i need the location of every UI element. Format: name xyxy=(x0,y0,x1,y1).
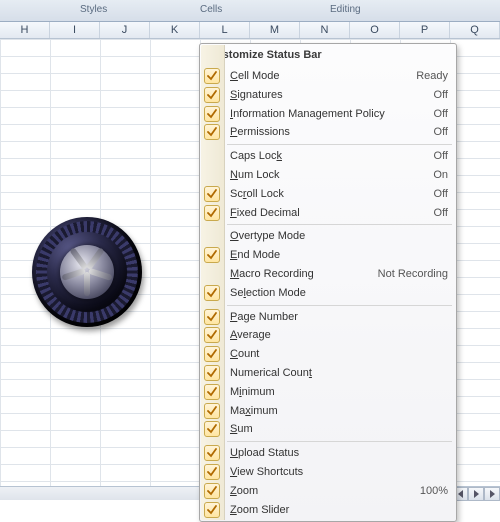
menu-item-label: Scroll Lock xyxy=(230,188,284,200)
check-icon xyxy=(204,186,220,202)
check-icon xyxy=(204,421,220,437)
menu-item-label: View Shortcuts xyxy=(230,466,303,478)
column-header[interactable]: N xyxy=(300,22,350,38)
menu-title: Customize Status Bar xyxy=(200,45,456,67)
menu-item[interactable]: Cell Mode Ready xyxy=(200,67,456,86)
check-icon xyxy=(204,327,220,343)
menu-item-label: End Mode xyxy=(230,249,280,261)
menu-item[interactable]: Information Management Policy Off xyxy=(200,105,456,124)
menu-item[interactable]: View Shortcuts xyxy=(200,463,456,482)
menu-item[interactable]: Page Number xyxy=(200,308,456,327)
column-header[interactable]: L xyxy=(200,22,250,38)
ribbon-group-label: Editing xyxy=(330,4,361,15)
menu-item[interactable]: End Mode xyxy=(200,246,456,265)
check-icon xyxy=(204,502,220,518)
menu-item[interactable]: Average xyxy=(200,326,456,345)
menu-item-label: Signatures xyxy=(230,89,283,101)
column-header[interactable]: M xyxy=(250,22,300,38)
check-icon xyxy=(204,346,220,362)
tire-image[interactable] xyxy=(32,217,142,327)
menu-item[interactable]: Maximum xyxy=(200,402,456,421)
menu-item-label: Permissions xyxy=(230,126,290,138)
check-icon xyxy=(204,68,220,84)
menu-item-status: Not Recording xyxy=(378,265,448,284)
menu-item[interactable]: Upload Status xyxy=(200,444,456,463)
check-icon xyxy=(204,483,220,499)
menu-item-status: 100% xyxy=(420,482,448,501)
menu-item[interactable]: Zoom 100% xyxy=(200,482,456,501)
check-icon xyxy=(204,403,220,419)
menu-item[interactable]: Minimum xyxy=(200,383,456,402)
menu-item-label: Cell Mode xyxy=(230,70,280,82)
menu-item-label: Information Management Policy xyxy=(230,108,385,120)
menu-item-label: Macro Recording xyxy=(230,268,314,280)
menu-item-label: Num Lock xyxy=(230,169,280,181)
menu-item[interactable]: Zoom Slider xyxy=(200,501,456,520)
menu-item[interactable]: Numerical Count xyxy=(200,364,456,383)
menu-item-status: Off xyxy=(434,147,448,166)
menu-item-label: Sum xyxy=(230,423,253,435)
check-icon xyxy=(204,205,220,221)
menu-item[interactable]: Num Lock On xyxy=(200,166,456,185)
menu-item-status: Ready xyxy=(416,67,448,86)
chevron-right-icon xyxy=(490,490,495,498)
menu-item-status: Off xyxy=(434,123,448,142)
menu-item-label: Zoom Slider xyxy=(230,504,289,516)
check-icon xyxy=(204,106,220,122)
menu-item-label: Upload Status xyxy=(230,447,299,459)
menu-item-status: Off xyxy=(434,185,448,204)
column-header[interactable]: Q xyxy=(450,22,500,38)
menu-item[interactable]: Permissions Off xyxy=(200,123,456,142)
ribbon-group-label: Styles xyxy=(80,4,107,15)
scroll-end-button[interactable] xyxy=(484,487,500,501)
chevron-left-icon xyxy=(458,490,463,498)
menu-item[interactable]: Macro Recording Not Recording xyxy=(200,265,456,284)
column-header[interactable]: P xyxy=(400,22,450,38)
customize-status-bar-menu[interactable]: Customize Status Bar Cell ModeReadySigna… xyxy=(199,43,457,522)
column-header[interactable]: J xyxy=(100,22,150,38)
menu-item-label: Numerical Count xyxy=(230,367,312,379)
menu-item-label: Minimum xyxy=(230,386,275,398)
check-icon xyxy=(204,464,220,480)
column-headers: HIJKLMNOPQ xyxy=(0,22,500,39)
check-icon xyxy=(204,365,220,381)
menu-item[interactable]: Sum xyxy=(200,420,456,439)
column-header[interactable]: K xyxy=(150,22,200,38)
menu-item[interactable]: Overtype Mode xyxy=(200,227,456,246)
check-icon xyxy=(204,247,220,263)
menu-item-status: On xyxy=(433,166,448,185)
chevron-right-icon xyxy=(474,490,479,498)
check-icon xyxy=(204,445,220,461)
menu-item-status: Off xyxy=(434,86,448,105)
menu-item[interactable]: Selection Mode xyxy=(200,284,456,303)
menu-item-label: Maximum xyxy=(230,405,278,417)
menu-item-label: Overtype Mode xyxy=(230,230,305,242)
menu-item-label: Caps Lock xyxy=(230,150,282,162)
menu-item-label: Selection Mode xyxy=(230,287,306,299)
check-icon xyxy=(204,309,220,325)
menu-item[interactable]: Fixed Decimal Off xyxy=(200,204,456,223)
ribbon-group-label: Cells xyxy=(200,4,222,15)
menu-item[interactable]: Caps Lock Off xyxy=(200,147,456,166)
menu-item-label: Zoom xyxy=(230,485,258,497)
menu-item[interactable]: Signatures Off xyxy=(200,86,456,105)
column-header[interactable]: H xyxy=(0,22,50,38)
check-icon xyxy=(204,124,220,140)
menu-item-label: Page Number xyxy=(230,311,298,323)
check-icon xyxy=(204,384,220,400)
menu-item[interactable]: Count xyxy=(200,345,456,364)
menu-item-label: Count xyxy=(230,348,259,360)
scroll-right-button[interactable] xyxy=(468,487,484,501)
column-header[interactable]: I xyxy=(50,22,100,38)
menu-item[interactable]: Scroll Lock Off xyxy=(200,185,456,204)
check-icon xyxy=(204,87,220,103)
menu-item-status: Off xyxy=(434,105,448,124)
check-icon xyxy=(204,285,220,301)
menu-item-status: Off xyxy=(434,204,448,223)
ribbon-strip: Styles Cells Editing xyxy=(0,0,500,22)
menu-item-label: Fixed Decimal xyxy=(230,207,300,219)
menu-item-label: Average xyxy=(230,329,271,341)
column-header[interactable]: O xyxy=(350,22,400,38)
